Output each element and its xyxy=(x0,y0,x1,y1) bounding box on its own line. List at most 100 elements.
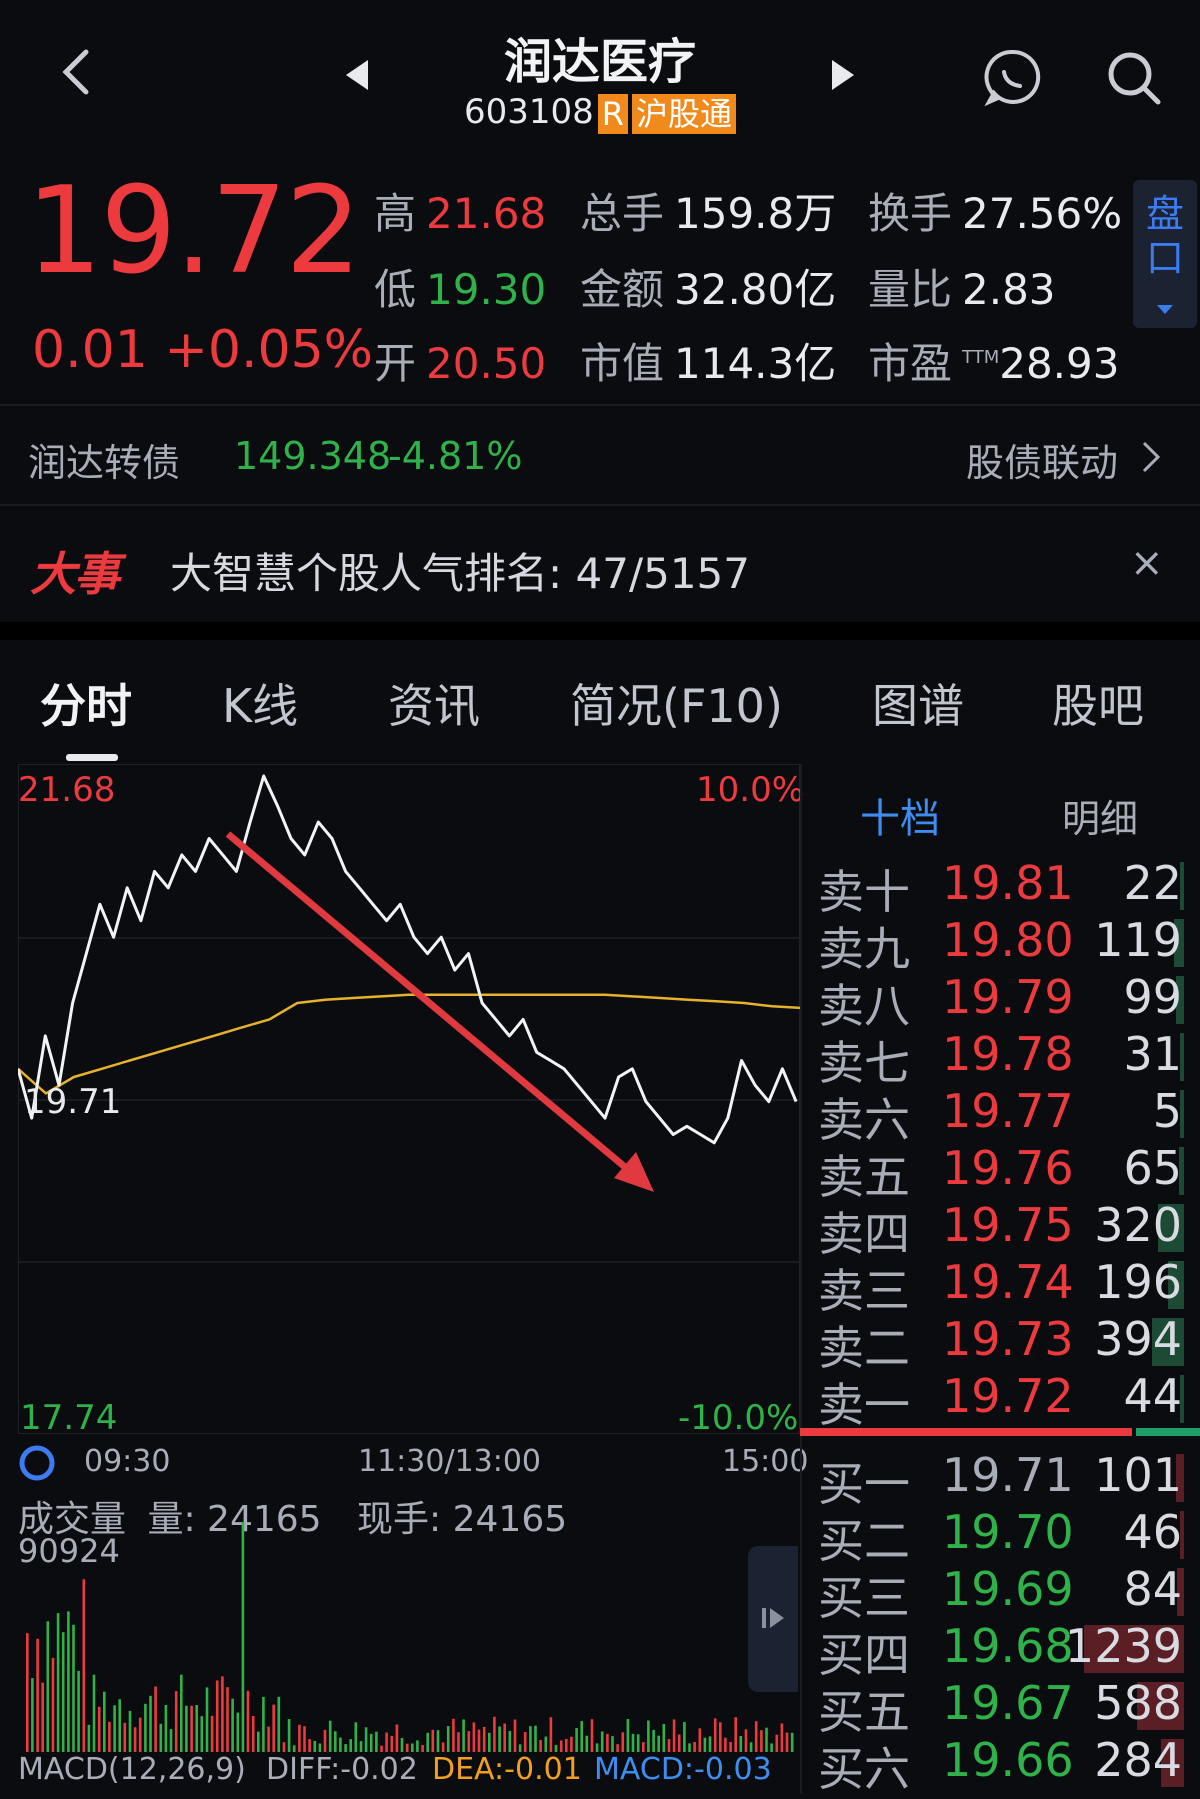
bond-link[interactable]: 股债联动 xyxy=(966,432,1118,487)
ask-row[interactable]: 卖一 19.72 44 xyxy=(800,1369,1200,1432)
volume-bar xyxy=(313,1740,317,1752)
volume-bar xyxy=(683,1721,686,1752)
stat-value: 159.8万 xyxy=(674,189,837,238)
bid-row[interactable]: 买一 19.71 101 xyxy=(800,1448,1200,1511)
volume-bar xyxy=(262,1696,265,1752)
stat-item: 开 20.50 xyxy=(374,330,546,391)
volume-bar xyxy=(416,1740,419,1752)
tab-forum[interactable]: 股吧 xyxy=(1052,670,1144,736)
level-price: 19.72 xyxy=(942,1369,1074,1423)
ask-row[interactable]: 卖十 19.81 22 xyxy=(800,856,1200,919)
level-volume: 588 xyxy=(1094,1676,1182,1730)
circle-icon[interactable] xyxy=(18,1444,56,1482)
current-price: 19.72 xyxy=(26,162,362,301)
ask-row[interactable]: 卖七 19.78 31 xyxy=(800,1027,1200,1090)
tab-graph[interactable]: 图谱 xyxy=(872,670,964,736)
bid-row[interactable]: 买五 19.67 588 xyxy=(800,1676,1200,1739)
volume-bar xyxy=(246,1690,250,1752)
volume-bar xyxy=(180,1674,183,1752)
volume-bar xyxy=(292,1745,296,1752)
volume-bar xyxy=(580,1721,583,1752)
volume-bar xyxy=(642,1742,645,1752)
ask-row[interactable]: 卖四 19.75 320 xyxy=(800,1198,1200,1261)
ymax-pct-label: 10.0% xyxy=(696,770,805,810)
volume-bar xyxy=(493,1716,496,1752)
bid-row[interactable]: 买三 19.69 84 xyxy=(800,1562,1200,1625)
volume-bar xyxy=(334,1731,337,1752)
ask-row[interactable]: 卖八 19.79 99 xyxy=(800,970,1200,1033)
level-price: 19.78 xyxy=(942,1027,1074,1081)
stock-code: 603108 xyxy=(463,92,594,132)
bond-row[interactable]: 润达转债 149.348 -4.81% 股债联动 xyxy=(0,406,1200,504)
volume-bar xyxy=(739,1736,743,1752)
ask-row[interactable]: 卖九 19.80 119 xyxy=(800,913,1200,976)
volume-bar xyxy=(411,1743,414,1752)
volume-bar xyxy=(703,1737,707,1752)
volume-bar xyxy=(544,1736,548,1752)
volume-bar xyxy=(26,1633,29,1752)
volume-bar xyxy=(446,1726,450,1752)
close-icon[interactable]: × xyxy=(1130,540,1164,586)
volume-bar xyxy=(31,1678,34,1752)
volume-bar xyxy=(375,1731,378,1752)
pankou-label: 盘口 xyxy=(1145,192,1184,280)
volume-bar xyxy=(236,1712,240,1752)
volume-bar xyxy=(395,1724,399,1752)
volume-bar xyxy=(688,1743,691,1752)
volume-bar xyxy=(221,1676,224,1752)
stat-label: 高 xyxy=(374,189,417,238)
volume-bar xyxy=(729,1742,732,1752)
search-icon[interactable] xyxy=(1106,50,1162,106)
price-change: 0.01 +0.05% xyxy=(32,320,373,380)
volume-bar xyxy=(169,1729,173,1752)
collapse-handle[interactable] xyxy=(748,1546,798,1692)
volume-bar xyxy=(482,1726,486,1752)
volume-bar xyxy=(277,1696,281,1752)
volume-bar xyxy=(195,1705,198,1752)
volume-bar xyxy=(780,1723,784,1752)
ask-row[interactable]: 卖六 19.77 5 xyxy=(800,1084,1200,1147)
volume-bar xyxy=(457,1732,460,1752)
time-end: 15:00 xyxy=(722,1444,809,1479)
tab-orderbook[interactable]: 十档 xyxy=(860,786,940,844)
bid-row[interactable]: 买四 19.68 1239 xyxy=(800,1619,1200,1682)
volume-bar xyxy=(518,1744,522,1752)
tab-news[interactable]: 资讯 xyxy=(388,670,480,736)
ask-row[interactable]: 卖二 19.73 394 xyxy=(800,1312,1200,1375)
volume-bar xyxy=(621,1732,625,1752)
volume-bar xyxy=(662,1724,666,1752)
level-price: 19.69 xyxy=(942,1562,1074,1616)
tab-kline[interactable]: K线 xyxy=(222,670,298,736)
volume-bar xyxy=(672,1719,676,1752)
bid-row[interactable]: 买二 19.70 46 xyxy=(800,1505,1200,1568)
ratio-green xyxy=(1136,1428,1200,1436)
level-volume: 5 xyxy=(1152,1084,1182,1138)
volume-bar xyxy=(724,1737,727,1752)
intraday-chart[interactable] xyxy=(18,764,800,1434)
volume-bar xyxy=(164,1705,168,1752)
volume-bar xyxy=(138,1717,142,1752)
level-volume: 196 xyxy=(1094,1255,1182,1309)
level-volume: 99 xyxy=(1123,970,1182,1024)
volume-bar xyxy=(462,1719,465,1752)
volume-bar xyxy=(652,1729,655,1752)
volume-bar xyxy=(159,1723,163,1752)
level-volume: 320 xyxy=(1094,1198,1182,1252)
chat-icon[interactable] xyxy=(984,48,1042,106)
volume-bar xyxy=(590,1719,594,1752)
ask-row[interactable]: 卖五 19.76 65 xyxy=(800,1141,1200,1204)
bond-pct: -4.81% xyxy=(388,434,523,478)
stat-value: 27.56% xyxy=(962,189,1123,238)
pankou-button[interactable]: 盘口 xyxy=(1133,180,1197,328)
tab-fenshi[interactable]: 分时 xyxy=(40,670,132,736)
volume-bar xyxy=(549,1717,553,1752)
bid-row[interactable]: 买六 19.66 284 xyxy=(800,1733,1200,1796)
stat-label: 市值 xyxy=(580,339,665,388)
volume-bar xyxy=(636,1734,640,1752)
stat-item: 总手 159.8万 xyxy=(580,180,836,241)
volume-bar xyxy=(149,1695,152,1752)
tab-f10[interactable]: 简况(F10) xyxy=(570,670,783,736)
tab-detail[interactable]: 明细 xyxy=(1062,788,1138,843)
volume-bar xyxy=(390,1735,394,1752)
ask-row[interactable]: 卖三 19.74 196 xyxy=(800,1255,1200,1318)
